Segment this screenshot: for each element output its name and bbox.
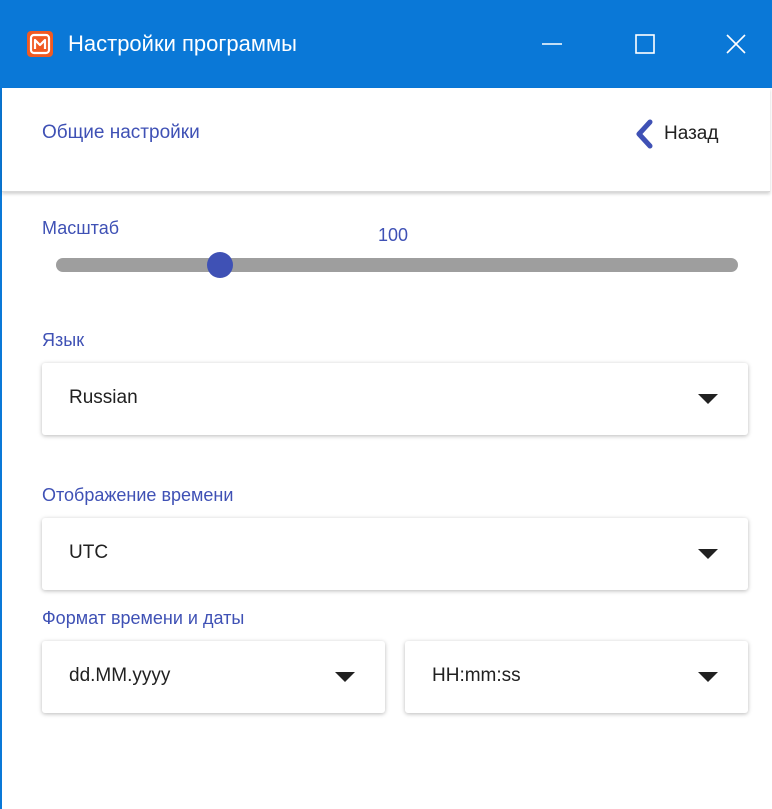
maximize-button[interactable] [615, 16, 675, 72]
scale-value: 100 [378, 225, 409, 245]
language-label: Язык [42, 330, 85, 350]
page-title: Общие настройки [42, 122, 200, 143]
date-format-value: dd.MM.yyyy [69, 665, 171, 686]
close-button[interactable] [706, 16, 766, 72]
language-value: Russian [69, 387, 138, 408]
minimize-icon [542, 43, 562, 45]
settings-header: Общие настройки Назад [2, 88, 770, 192]
app-logo-icon [27, 31, 53, 57]
time-display-select[interactable]: UTC [42, 518, 748, 590]
language-select[interactable]: Russian [42, 363, 748, 435]
time-format-value: HH:mm:ss [432, 665, 521, 686]
back-button[interactable]: Назад [634, 118, 718, 150]
time-format-select[interactable]: HH:mm:ss [405, 641, 748, 713]
scale-label: Масштаб [42, 218, 120, 238]
caret-down-icon [698, 394, 718, 404]
date-format-select[interactable]: dd.MM.yyyy [42, 641, 385, 713]
maximize-icon [635, 34, 655, 54]
minimize-button[interactable] [522, 16, 582, 72]
window-title: Настройки программы [68, 31, 297, 56]
caret-down-icon [335, 672, 355, 682]
close-icon [726, 34, 746, 54]
scale-slider-track[interactable] [56, 258, 738, 272]
datetime-format-label: Формат времени и даты [42, 608, 245, 628]
time-display-value: UTC [69, 542, 109, 563]
scale-slider-thumb[interactable] [206, 252, 233, 278]
caret-down-icon [698, 672, 718, 682]
chevron-left-icon [636, 119, 653, 149]
title-bar: Настройки программы [0, 0, 772, 88]
caret-down-icon [698, 549, 718, 559]
back-label: Назад [664, 123, 719, 144]
time-display-label: Отображение времени [42, 485, 234, 505]
